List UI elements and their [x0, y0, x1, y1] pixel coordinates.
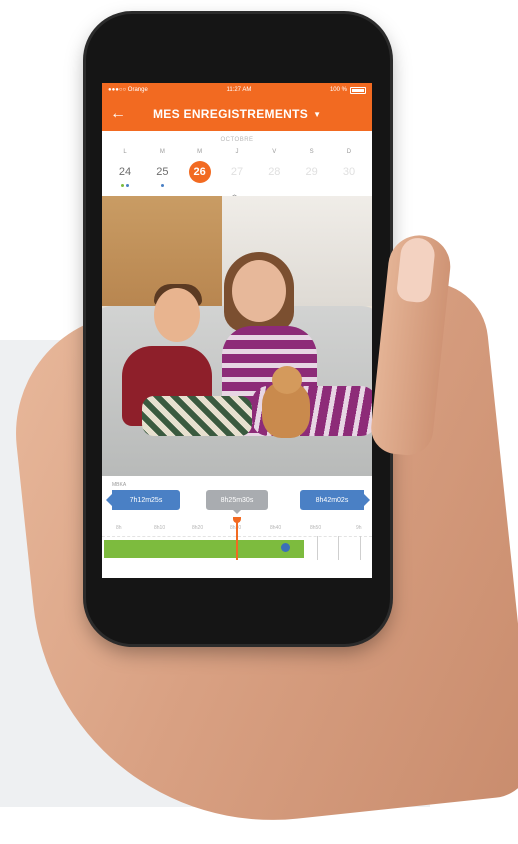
carrier-text: ●●●○○ Orange — [108, 87, 148, 93]
status-bar: ●●●○○ Orange 11:27 AM 100 % — [102, 83, 372, 97]
thumb-nail — [395, 236, 437, 304]
day-number[interactable]: 25 — [151, 161, 173, 183]
day-name: D — [346, 149, 352, 155]
timeline-gridline — [360, 536, 361, 560]
selected-day-number[interactable]: 26 — [188, 161, 211, 183]
timeline-label: MBKA — [112, 482, 127, 488]
arrow-left-icon[interactable]: ← — [110, 105, 126, 123]
phone-screen: ●●●○○ Orange 11:27 AM 100 % ← MES ENREGI… — [102, 83, 372, 578]
calendar-day[interactable]: M 25 — [145, 149, 179, 188]
tick-label: 8h20 — [192, 525, 204, 531]
battery-text: 100 % — [329, 87, 347, 93]
tick-label: 9h — [356, 525, 362, 531]
tick-label: 8h10 — [154, 525, 166, 531]
previous-event-button[interactable]: 7h12m25s — [106, 490, 180, 510]
recording-dots — [108, 184, 142, 188]
recording-dots — [295, 184, 329, 188]
day-name: M — [197, 149, 203, 155]
week-calendar: L 24 M 25 M 26 J 27 V 28 S 29 D 30 — [108, 149, 366, 188]
calendar-day[interactable]: M 26 — [183, 149, 217, 188]
day-name: S — [309, 149, 314, 155]
tick-label: 8h — [116, 525, 122, 531]
recording-segment[interactable] — [104, 540, 304, 558]
recording-dot — [121, 184, 124, 187]
video-boy-head — [154, 288, 200, 342]
video-boy-legs — [142, 396, 252, 436]
day-number[interactable]: 30 — [338, 161, 360, 183]
timeline-gridline — [338, 536, 339, 560]
day-name: L — [123, 149, 127, 155]
calendar-day[interactable]: L 24 — [108, 149, 142, 188]
day-number[interactable]: 24 — [114, 161, 136, 183]
event-marker[interactable] — [281, 543, 290, 552]
tick-label: 8h50 — [310, 525, 322, 531]
day-name: J — [235, 149, 239, 155]
caret-down-icon[interactable]: ▼ — [313, 110, 321, 119]
day-number[interactable]: 28 — [263, 161, 285, 183]
calendar-day[interactable]: D 30 — [332, 149, 366, 188]
month-label: OCTOBRE — [220, 137, 254, 143]
calendar-day[interactable]: V 28 — [257, 149, 291, 188]
playhead[interactable] — [236, 520, 238, 560]
recording-dot — [160, 184, 164, 187]
day-number[interactable]: 29 — [301, 161, 323, 183]
recording-dots — [257, 184, 291, 188]
next-event-button[interactable]: 8h42m02s — [300, 490, 370, 510]
calendar-day[interactable]: S 29 — [295, 149, 329, 188]
video-girl-head — [232, 260, 286, 322]
current-time-badge: 8h25m30s — [206, 490, 268, 514]
status-time: 11:27 AM — [226, 87, 252, 93]
recording-dots — [183, 184, 217, 188]
recording-dots — [145, 184, 179, 188]
day-name: V — [272, 149, 277, 155]
page-title[interactable]: MES ENREGISTREMENTS — [153, 107, 308, 121]
day-number[interactable]: 27 — [226, 161, 248, 183]
day-name: M — [159, 149, 165, 155]
timeline-gridline — [317, 536, 318, 560]
app-header: ← MES ENREGISTREMENTS ▼ — [102, 97, 372, 131]
recording-dot — [126, 184, 129, 187]
battery-icon — [349, 86, 366, 94]
calendar-day[interactable]: J 27 — [220, 149, 254, 188]
recording-dots — [332, 184, 366, 188]
tick-label: 8h40 — [270, 525, 282, 531]
camera-video-frame[interactable] — [102, 196, 372, 476]
video-teddy-bear-head — [272, 366, 302, 394]
